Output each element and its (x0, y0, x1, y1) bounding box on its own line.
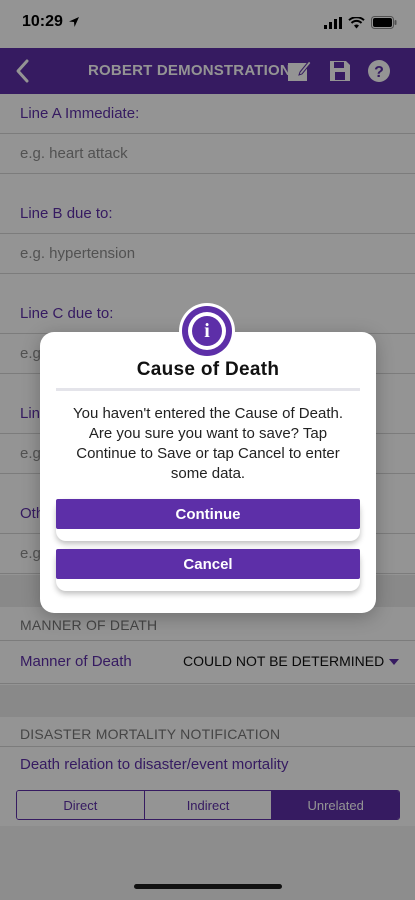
cancel-button-wrap: Cancel (56, 549, 360, 591)
dialog-message: You haven't entered the Cause of Death. … (72, 405, 343, 482)
cancel-button[interactable]: Cancel (56, 549, 360, 579)
cause-of-death-dialog: Cause of Death You haven't entered the C… (40, 332, 376, 613)
dialog-title: Cause of Death (136, 359, 280, 380)
info-icon: i (179, 303, 235, 359)
continue-button[interactable]: Continue (56, 499, 360, 529)
continue-button-wrap: Continue (56, 499, 360, 541)
dialog-divider (56, 388, 360, 391)
home-indicator[interactable] (134, 884, 282, 889)
